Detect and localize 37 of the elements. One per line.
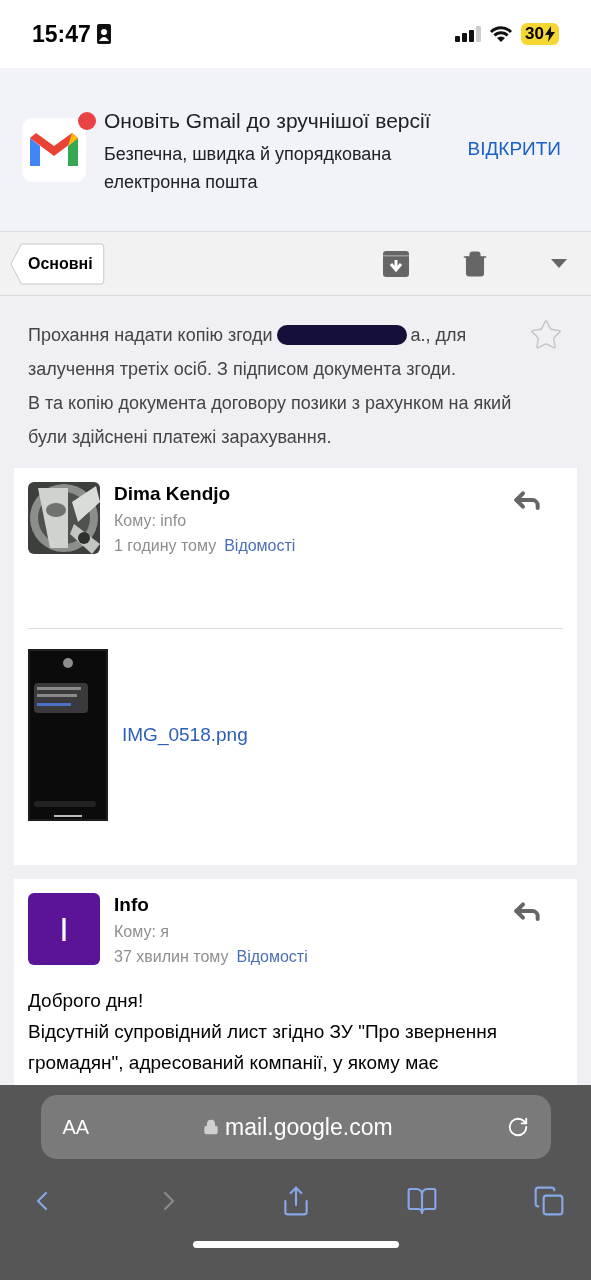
sender-name: Dima Kendjo bbox=[114, 482, 232, 506]
caret-icon[interactable] bbox=[551, 259, 567, 268]
details-link[interactable]: Відомості bbox=[224, 534, 296, 558]
banner-title: Оновіть Gmail до зручнішої версії bbox=[104, 107, 432, 134]
signal-icon bbox=[455, 26, 482, 42]
time-text: 1 годину тому bbox=[114, 536, 217, 556]
tabs-icon[interactable] bbox=[533, 1185, 565, 1217]
avatar: I bbox=[28, 893, 100, 965]
url-text: mail.google.com bbox=[225, 1112, 393, 1142]
text-size-button[interactable]: AA bbox=[62, 1112, 90, 1142]
subject-text: В та копію документа договору позики з рахунком на який були здійснені платежі зарахування. bbox=[28, 392, 513, 449]
mail-app-icon bbox=[22, 117, 86, 182]
recipient-text: Кому: info bbox=[114, 511, 188, 531]
back-button[interactable]: Основні bbox=[10, 242, 105, 285]
sender-name: Info bbox=[114, 893, 150, 917]
message-text: Відсутній супровідний лист згідно ЗУ "Про звернення громадян", адресований компанії, у якому має bbox=[28, 1020, 499, 1075]
banner-subtitle: Безпечна, швидка й упорядкована електронна пошта bbox=[104, 142, 393, 194]
attachment-link[interactable]: IMG_0518.png bbox=[122, 720, 248, 750]
subject-text: а., для bbox=[410, 324, 467, 347]
delete-icon[interactable] bbox=[461, 249, 489, 278]
subject-text: залучення третіх осіб. З підписом документа згоди. bbox=[28, 358, 457, 381]
lock-icon bbox=[203, 1118, 220, 1136]
star-icon[interactable] bbox=[529, 318, 563, 352]
wifi-icon bbox=[489, 25, 514, 43]
battery-level: 30 bbox=[525, 23, 544, 46]
subject-text: Прохання надати копію згоди bbox=[28, 324, 273, 347]
details-link[interactable]: Відомості bbox=[236, 945, 308, 969]
recipient-text: Кому: я bbox=[114, 922, 170, 942]
archive-icon[interactable] bbox=[383, 250, 409, 277]
message-text: Доброго дня! bbox=[28, 989, 145, 1013]
book-icon[interactable] bbox=[406, 1185, 439, 1217]
contact-card-icon bbox=[96, 24, 111, 44]
reload-icon[interactable] bbox=[506, 1116, 529, 1138]
address-bar[interactable]: AA mail.google.com bbox=[40, 1095, 551, 1159]
open-button[interactable]: ВІДКРИТИ bbox=[467, 135, 561, 164]
clock-time: 15:47 bbox=[32, 19, 91, 49]
time-text: 37 хвилин тому bbox=[114, 947, 229, 967]
